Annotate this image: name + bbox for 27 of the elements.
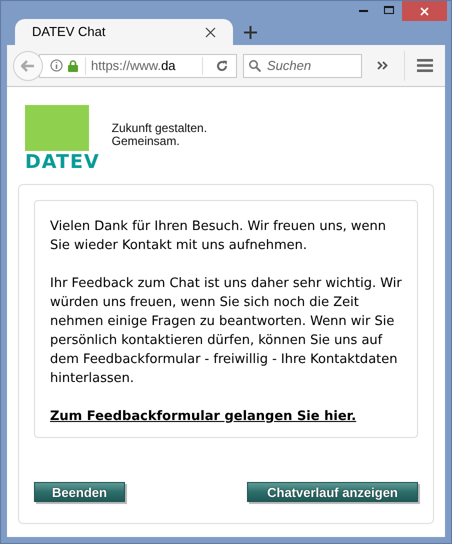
url-text: https://www.da — [91, 56, 177, 75]
message-paragraph: Ihr Feedback zum Chat ist uns daher sehr wichtig. Wir würden uns freuen, wenn Sie sich noch die Zeit nehmen einige Fragen zu beantworten. Wenn wir Sie persönlich kontaktieren dürfen, können Sie uns auf dem Feedbackformular - freiwillig - Ihre Kontaktdaten hinterlassen. — [50, 275, 403, 388]
close-icon[interactable] — [205, 26, 216, 38]
logo-square — [25, 105, 89, 151]
logo-wordmark: DATEV — [25, 152, 100, 172]
info-icon[interactable] — [50, 59, 63, 72]
feedback-link[interactable]: Zum Feedbackformular gelangen Sie hier. — [50, 407, 356, 426]
search-field[interactable]: Suchen — [243, 54, 362, 78]
maximize-icon — [384, 6, 394, 14]
plus-icon[interactable] — [244, 26, 257, 39]
browser-tab[interactable]: DATEV Chat — [15, 19, 233, 45]
end-button[interactable]: Beenden — [34, 482, 125, 502]
tagline-text: Gemeinsam. — [112, 134, 180, 148]
menu-icon[interactable] — [417, 59, 433, 72]
close-icon — [420, 6, 429, 16]
back-arrow-icon — [21, 60, 35, 72]
padlock-icon[interactable] — [68, 60, 78, 72]
chat-history-button[interactable]: Chatverlauf anzeigen — [247, 482, 418, 502]
reload-icon[interactable] — [216, 60, 228, 72]
close-button[interactable] — [402, 1, 447, 21]
minimize-icon — [358, 8, 368, 12]
search-icon — [249, 60, 261, 72]
overflow-chevron-icon[interactable] — [377, 61, 388, 70]
address-bar[interactable]: https://www.da — [39, 54, 237, 78]
tagline-text: Zukunft gestalten. — [112, 122, 208, 134]
tab-title: DATEV Chat — [32, 23, 106, 42]
message-paragraph: Vielen Dank für Ihren Besuch. Wir freuen uns, wenn Sie wieder Kontakt mit uns aufnehmen. — [50, 218, 387, 255]
